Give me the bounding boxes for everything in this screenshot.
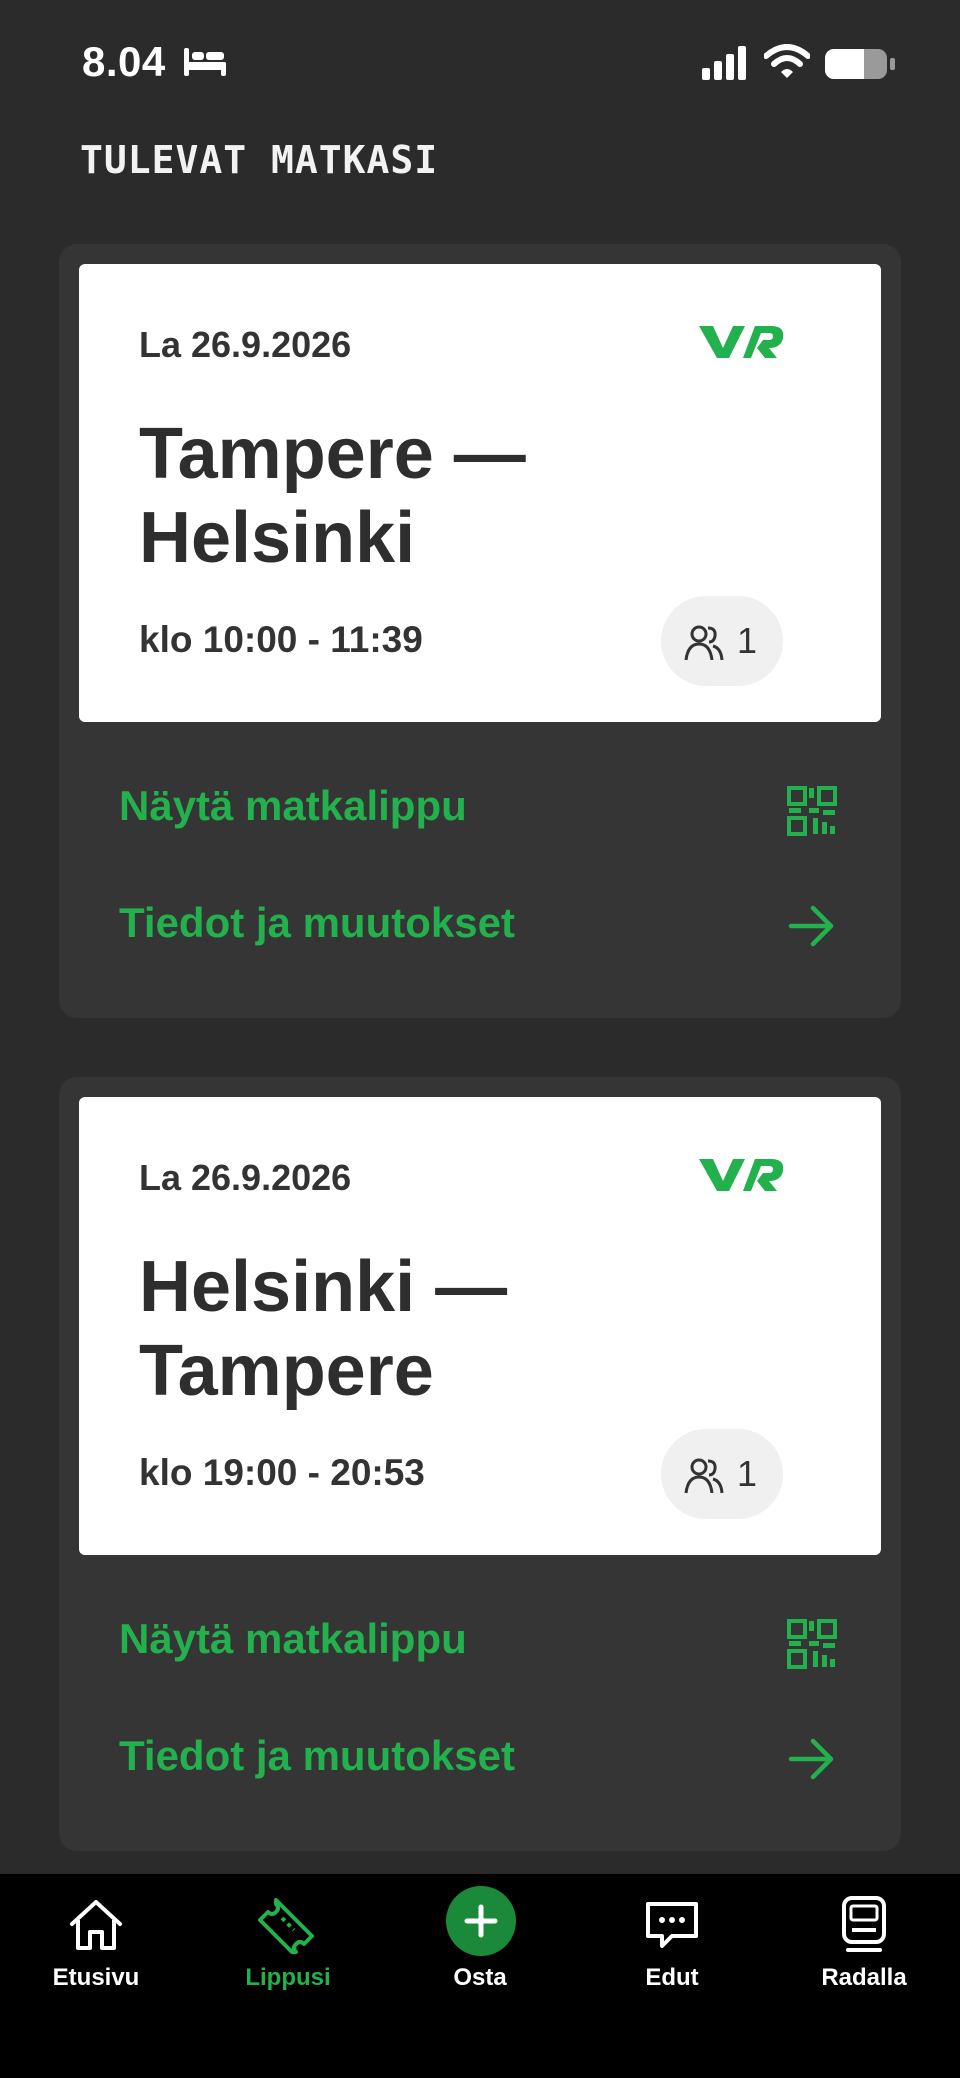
qr-code-icon xyxy=(787,786,837,836)
passenger-count-badge: 1 xyxy=(661,596,783,686)
nav-label: Edut xyxy=(645,1964,699,1991)
trip-date: La 26.9.2026 xyxy=(139,1157,352,1198)
nav-label: Radalla xyxy=(821,1964,907,1991)
trip-route: Tampere — Helsinki xyxy=(139,414,526,578)
plus-circle xyxy=(446,1886,516,1956)
show-ticket-button[interactable]: Näytä matkalippu xyxy=(59,764,901,854)
status-time: 8.04 xyxy=(82,38,166,85)
page-title: TULEVAT MATKASI xyxy=(80,138,439,182)
show-ticket-label: Näytä matkalippu xyxy=(119,782,467,829)
details-label: Tiedot ja muutokset xyxy=(119,1732,515,1779)
passenger-count: 1 xyxy=(737,620,758,661)
wifi-icon xyxy=(764,44,810,78)
show-ticket-button[interactable]: Näytä matkalippu xyxy=(59,1597,901,1687)
nav-label: Etusivu xyxy=(52,1964,140,1991)
vr-logo-icon xyxy=(699,326,784,358)
qr-code-icon xyxy=(787,1619,837,1669)
cellular-signal-icon xyxy=(702,46,746,80)
nav-item-osta[interactable]: Osta xyxy=(384,1874,576,2004)
nav-item-edut[interactable]: Edut xyxy=(576,1874,768,2004)
bottom-navigation: Etusivu Lippusi Osta Edut Radalla xyxy=(0,1874,960,2078)
chat-bubble-icon xyxy=(646,1902,698,1948)
nav-label: Lippusi xyxy=(245,1964,331,1991)
trip-date: La 26.9.2026 xyxy=(139,324,352,365)
ticket-summary[interactable]: La 26.9.2026 Helsinki — Tampere klo 19:0… xyxy=(79,1097,881,1555)
plus-icon xyxy=(464,1904,498,1938)
nav-item-radalla[interactable]: Radalla xyxy=(768,1874,960,2004)
details-and-changes-button[interactable]: Tiedot ja muutokset xyxy=(59,1714,901,1804)
details-label: Tiedot ja muutokset xyxy=(119,899,515,946)
trip-card: La 26.9.2026 Helsinki — Tampere klo 19:0… xyxy=(59,1077,901,1851)
show-ticket-label: Näytä matkalippu xyxy=(119,1615,467,1662)
passenger-icon xyxy=(684,1458,724,1494)
passenger-count-badge: 1 xyxy=(661,1429,783,1519)
vr-logo-icon xyxy=(699,1159,784,1191)
status-bar: 8.04 xyxy=(0,0,960,120)
ticket-icon xyxy=(258,1898,314,1954)
nav-item-lippusi[interactable]: Lippusi xyxy=(192,1874,384,2004)
arrow-right-icon xyxy=(788,1738,834,1780)
passenger-count: 1 xyxy=(737,1453,758,1494)
details-and-changes-button[interactable]: Tiedot ja muutokset xyxy=(59,881,901,971)
arrow-right-icon xyxy=(788,905,834,947)
nav-item-etusivu[interactable]: Etusivu xyxy=(0,1874,192,2004)
nav-label: Osta xyxy=(453,1964,507,1991)
ticket-summary[interactable]: La 26.9.2026 Tampere — Helsinki klo 10:0… xyxy=(79,264,881,722)
sleep-mode-icon xyxy=(184,48,226,76)
battery-icon xyxy=(825,49,895,79)
trip-card: La 26.9.2026 Tampere — Helsinki klo 10:0… xyxy=(59,244,901,1018)
trip-route: Helsinki — Tampere xyxy=(139,1247,508,1411)
train-icon xyxy=(842,1896,886,1952)
home-icon xyxy=(70,1900,122,1950)
trip-time: klo 10:00 - 11:39 xyxy=(139,619,423,660)
passenger-icon xyxy=(684,625,724,661)
trip-time: klo 19:00 - 20:53 xyxy=(139,1452,425,1493)
